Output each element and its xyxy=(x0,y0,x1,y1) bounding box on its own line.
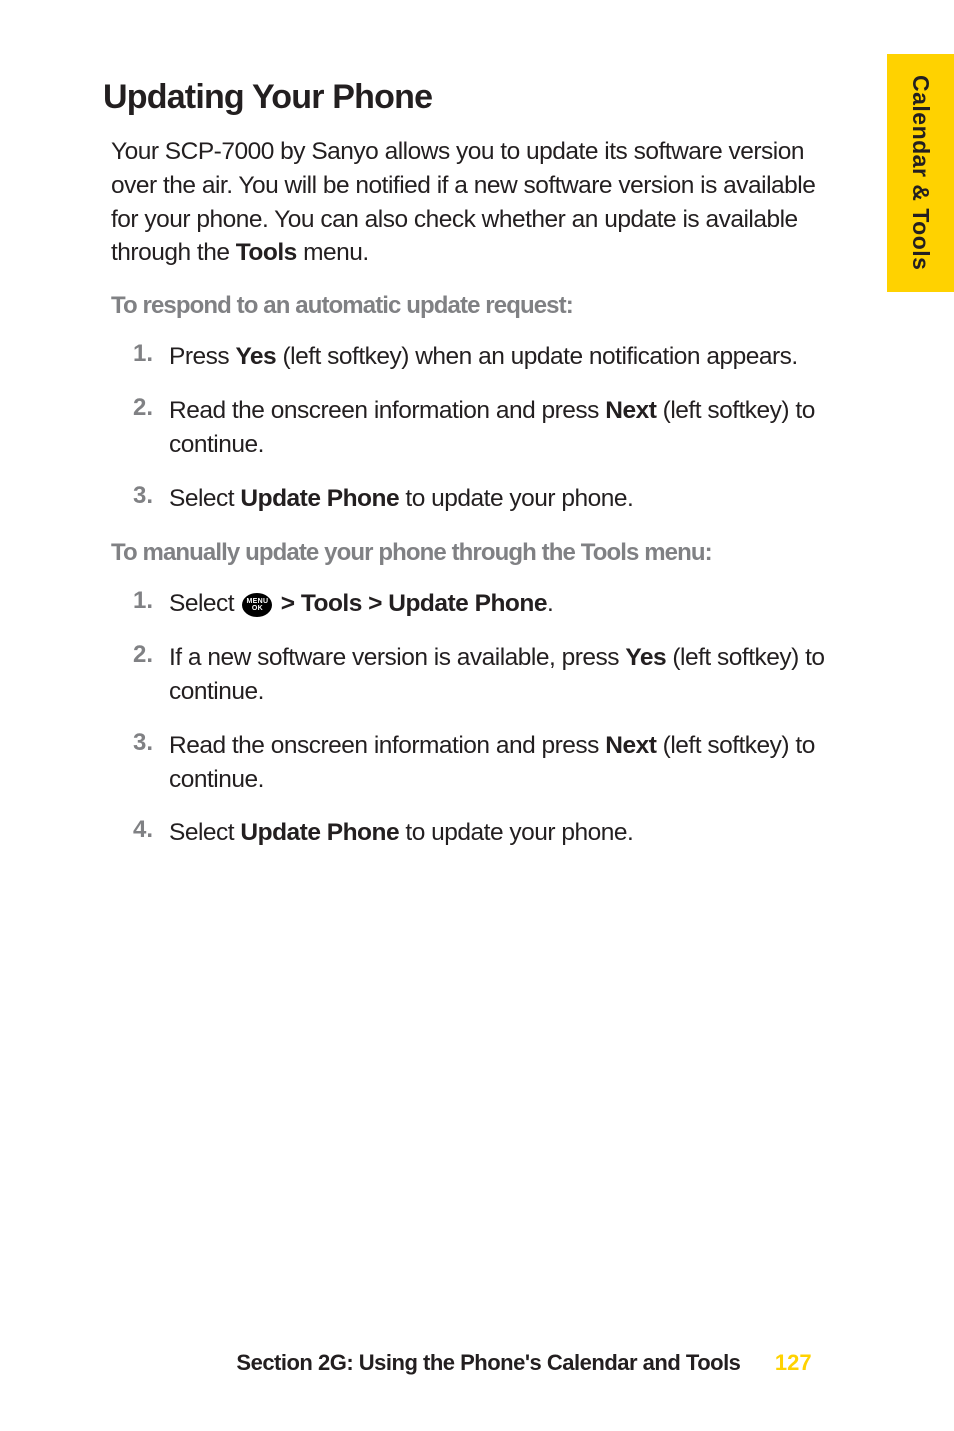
list-text: Read the onscreen information and press … xyxy=(169,394,836,462)
list-item: 2. Read the onscreen information and pre… xyxy=(111,394,836,462)
page-content: Updating Your Phone Your SCP-7000 by San… xyxy=(103,78,836,874)
list-item: 4. Select Update Phone to update your ph… xyxy=(111,816,836,850)
subheading-1: To respond to an automatic update reques… xyxy=(111,292,836,320)
list-number: 2. xyxy=(111,394,169,462)
list-item: 1. Select MENUOK > Tools > Update Phone. xyxy=(111,587,836,621)
list-text: If a new software version is available, … xyxy=(169,641,836,709)
intro-text-1: Your SCP-7000 by Sanyo allows you to upd… xyxy=(111,138,815,266)
intro-text-2: menu. xyxy=(297,239,369,266)
list-text: Read the onscreen information and press … xyxy=(169,729,836,797)
list-text: Select Update Phone to update your phone… xyxy=(169,482,633,516)
list-item: 3. Read the onscreen information and pre… xyxy=(111,729,836,797)
list-number: 2. xyxy=(111,641,169,709)
page-footer: Section 2G: Using the Phone's Calendar a… xyxy=(0,1350,954,1376)
list-item: 2. If a new software version is availabl… xyxy=(111,641,836,709)
ordered-list-2: 1. Select MENUOK > Tools > Update Phone.… xyxy=(111,587,836,850)
list-item: 3. Select Update Phone to update your ph… xyxy=(111,482,836,516)
list-text: Select MENUOK > Tools > Update Phone. xyxy=(169,587,553,621)
intro-bold-tools: Tools xyxy=(236,239,297,266)
ordered-list-1: 1. Press Yes (left softkey) when an upda… xyxy=(111,340,836,515)
list-number: 1. xyxy=(111,587,169,621)
list-number: 3. xyxy=(111,729,169,797)
subheading-2: To manually update your phone through th… xyxy=(111,539,836,567)
intro-paragraph: Your SCP-7000 by Sanyo allows you to upd… xyxy=(111,135,836,270)
list-number: 4. xyxy=(111,816,169,850)
page-number: 127 xyxy=(775,1350,812,1375)
side-tab: Calendar & Tools xyxy=(887,54,954,292)
menu-ok-icon: MENUOK xyxy=(242,593,272,617)
list-number: 3. xyxy=(111,482,169,516)
list-text: Press Yes (left softkey) when an update … xyxy=(169,340,798,374)
footer-section-label: Section 2G: Using the Phone's Calendar a… xyxy=(236,1350,740,1375)
list-number: 1. xyxy=(111,340,169,374)
page-heading: Updating Your Phone xyxy=(103,78,836,117)
list-item: 1. Press Yes (left softkey) when an upda… xyxy=(111,340,836,374)
list-text: Select Update Phone to update your phone… xyxy=(169,816,633,850)
side-tab-label: Calendar & Tools xyxy=(907,75,934,270)
